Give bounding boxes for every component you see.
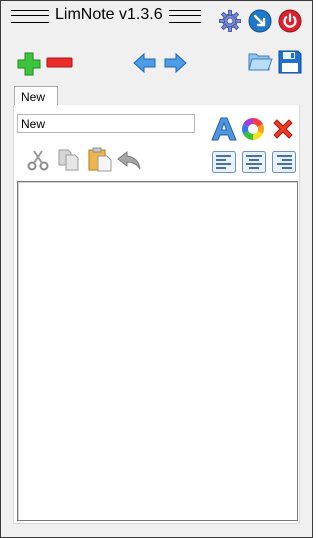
cut-button[interactable] [27, 149, 49, 171]
note-body-editor[interactable] [17, 181, 298, 521]
tab-new[interactable]: New [14, 86, 58, 107]
arrow-right-icon [164, 52, 187, 74]
plus-icon [17, 52, 41, 76]
align-left-icon [212, 151, 236, 173]
save-file-button[interactable] [277, 49, 303, 75]
undo-button[interactable] [117, 151, 143, 171]
minimize-to-tray-icon[interactable] [248, 9, 272, 33]
copy-button[interactable] [57, 148, 81, 172]
align-center-icon [242, 151, 266, 173]
paste-button[interactable] [87, 146, 113, 172]
title-decoration-left [11, 10, 49, 23]
minus-icon [46, 57, 73, 68]
align-right-icon [272, 151, 296, 173]
folder-open-icon [248, 53, 273, 71]
text-color-button[interactable] [241, 117, 265, 141]
floppy-disk-icon [278, 50, 302, 74]
previous-note-button[interactable] [133, 52, 157, 74]
align-center-button[interactable] [242, 151, 266, 173]
undo-icon [117, 151, 141, 170]
power-exit-icon[interactable] [278, 9, 302, 33]
note-name-input[interactable] [17, 114, 195, 133]
paste-icon [88, 147, 112, 172]
title-decoration-right [169, 10, 201, 23]
font-button[interactable] [211, 116, 237, 142]
scissors-cut-icon [27, 150, 49, 171]
app-title: LimNote v1.3.6 [55, 6, 163, 23]
delete-note-button[interactable] [272, 118, 294, 140]
color-wheel-icon [242, 118, 264, 140]
red-x-delete-icon [273, 119, 293, 139]
open-file-button[interactable] [247, 49, 273, 73]
next-note-button[interactable] [163, 52, 187, 74]
font-letter-a-icon [211, 117, 237, 141]
add-note-button[interactable] [16, 51, 42, 77]
remove-note-button[interactable] [46, 56, 74, 70]
copy-icon [58, 149, 79, 171]
title-bar: LimNote v1.3.6 [1, 1, 312, 39]
align-right-button[interactable] [272, 151, 296, 173]
tab-label: New [21, 90, 46, 104]
arrow-left-icon [133, 52, 156, 74]
app-window: LimNote v1.3.6 New New [0, 0, 313, 538]
settings-gear-icon[interactable] [218, 9, 242, 33]
align-left-button[interactable] [212, 151, 236, 173]
